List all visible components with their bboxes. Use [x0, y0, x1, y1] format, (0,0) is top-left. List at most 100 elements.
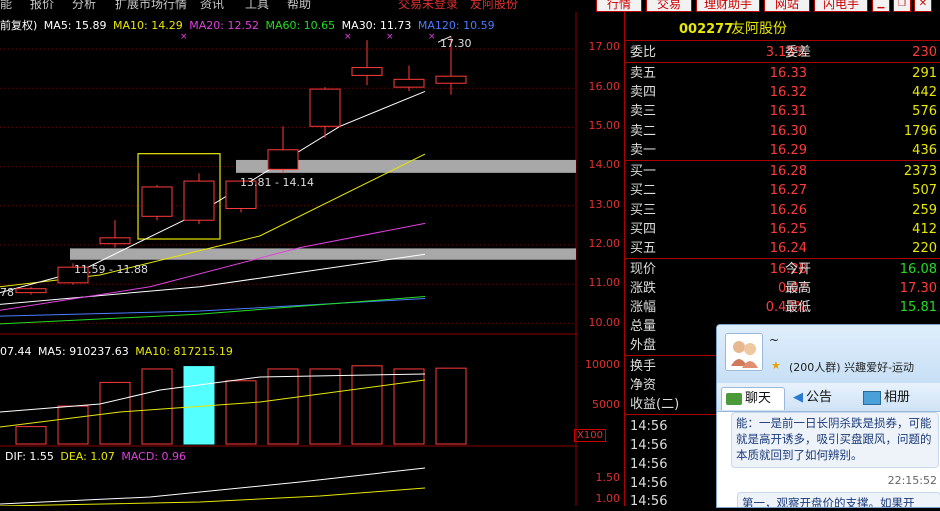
quote-button[interactable]: 行情 [596, 0, 642, 12]
stat-label: 最低 [785, 300, 812, 315]
chat-messages[interactable]: 能：一是前一日长阴杀跌是损券，可能就是高开诱多，吸引买盘跟风，问题的本质就回到了… [717, 412, 940, 507]
bid-row[interactable]: 买二 16.27 507 [625, 181, 940, 200]
volume-bar [57, 405, 89, 445]
candle-body [99, 237, 131, 245]
left-value-label: 78 [0, 286, 14, 299]
chat-icon [726, 392, 742, 405]
ma-legend-ma30: MA30: 11.73 [341, 19, 412, 32]
ma-legend-ma60: MA60: 10.65 [265, 19, 336, 32]
weibi-label: 委比 [630, 45, 657, 60]
bid-price: 16.25 [769, 222, 807, 237]
finance-helper-button[interactable]: 理财助手 [696, 0, 760, 12]
bid-row[interactable]: 买一 16.28 2373 [625, 162, 940, 181]
close-icon[interactable]: ✕ [914, 0, 932, 12]
signal-marker: × [180, 32, 188, 42]
candle-body [183, 180, 215, 221]
stat-label: 最高 [785, 281, 812, 296]
menu-item-tools[interactable]: 工具 [245, 0, 269, 10]
trade-button[interactable]: 交易 [646, 0, 692, 12]
weibi-row: 委比 3.15% 委差 230 [625, 43, 940, 63]
tab-notice[interactable]: ◀ 公告 [793, 387, 832, 409]
bid-label: 买四 [630, 222, 657, 237]
ask-row[interactable]: 卖一 16.29 436 [625, 141, 940, 161]
macd-legend-dea: DEA: 1.07 [60, 450, 115, 463]
weicha-label: 委差 [785, 45, 812, 60]
kline-chart[interactable]: × × × × [0, 12, 624, 506]
bid-price: 16.26 [769, 203, 807, 218]
volume-legend: 07.44 MA5: 910237.63 MA10: 817215.19 [0, 345, 233, 358]
ma-legend-ma5: MA5: 15.89 [43, 19, 107, 32]
ask-volume: 576 [912, 104, 937, 119]
tab-album[interactable]: 相册 [863, 387, 910, 409]
stat-row: 现价 16.28 今开 16.08 [625, 260, 940, 279]
volume-bar [99, 381, 131, 445]
stat-label: 外盘 [630, 338, 657, 353]
bid-price: 16.24 [769, 241, 807, 256]
ask-volume: 291 [912, 66, 937, 81]
stock-name-label: 友阿股份 [470, 0, 519, 10]
ask-label: 卖四 [630, 85, 657, 100]
ask-volume: 442 [912, 85, 937, 100]
menu-item-ext-market[interactable]: 扩展市场行情 [115, 0, 187, 10]
ask-volume: 1796 [903, 124, 937, 139]
menu-item-analysis[interactable]: 分析 [72, 0, 96, 10]
bid-row[interactable]: 买五 16.24 220 [625, 239, 940, 259]
macd-legend-macd: MACD: 0.96 [121, 450, 187, 463]
stat-label: 净资 [630, 378, 657, 393]
menu-item-news[interactable]: 资讯 [200, 0, 224, 10]
bid-volume: 220 [912, 241, 937, 256]
price-tick: 12.00 [588, 237, 621, 250]
bid-volume: 412 [912, 222, 937, 237]
stat-label: 收益(二) [630, 397, 680, 412]
vol-legend-ma10: MA10: 817215.19 [135, 345, 233, 358]
trade-status-label[interactable]: 交易未登录 [398, 0, 458, 10]
menu-item-quote[interactable]: 报价 [30, 0, 54, 10]
group-avatar-icon[interactable] [725, 333, 763, 371]
volume-bar [225, 380, 257, 445]
volume-bar [15, 426, 47, 445]
candle-body [435, 75, 467, 84]
ma-legend: 前复权) MA5: 15.89 MA10: 14.29 MA20: 12.52 … [0, 17, 495, 33]
candle-body [351, 67, 383, 76]
ask-row[interactable]: 卖五 16.33 291 [625, 64, 940, 83]
stat-value: 17.30 [899, 281, 937, 296]
volume-bar [309, 368, 341, 445]
candle-body [267, 149, 299, 170]
price-tick: 13.00 [588, 198, 621, 211]
stat-label: 涨跌 [630, 281, 657, 296]
volume-unit-label: X100 [574, 429, 606, 442]
restore-icon[interactable]: ❐ [893, 0, 911, 12]
price-tick: 16.00 [588, 80, 621, 93]
chat-tabbar: 聊天 ◀ 公告 相册 [717, 383, 940, 412]
ask-row[interactable]: 卖四 16.32 442 [625, 83, 940, 102]
stat-row: 涨跌 0.07 最高 17.30 [625, 279, 940, 298]
vol-legend-value: 07.44 [0, 345, 32, 358]
stat-label: 换手 [630, 359, 657, 374]
chat-popup[interactable]: ~ ★ (200人群) 兴趣爱好-运动 聊天 ◀ 公告 相册 能：一是前一日长阴杀… [716, 324, 940, 508]
minimize-icon[interactable]: ▁ [872, 0, 890, 12]
message-time: 22:15:52 [887, 474, 937, 487]
menu-item-func[interactable]: 能 [0, 0, 12, 10]
bid-row[interactable]: 买三 16.26 259 [625, 201, 940, 220]
tick-time: 14:56 [630, 438, 668, 453]
ask-price: 16.33 [769, 66, 807, 81]
volume-bar [141, 368, 173, 445]
price-tick: 17.00 [588, 40, 621, 53]
stat-label: 现价 [630, 262, 657, 277]
ask-row[interactable]: 卖二 16.30 1796 [625, 122, 940, 141]
stat-value: 15.81 [899, 300, 937, 315]
ask-row[interactable]: 卖三 16.31 576 [625, 102, 940, 121]
macd-legend-dif: DIF: 1.55 [5, 450, 54, 463]
ask-price: 16.29 [769, 143, 807, 158]
bid-label: 买五 [630, 241, 657, 256]
ma-legend-ma120: MA120: 10.59 [417, 19, 495, 32]
lightning-trade-button[interactable]: 闪电手 [814, 0, 868, 12]
ask-price: 16.32 [769, 85, 807, 100]
menu-item-help[interactable]: 帮助 [287, 0, 311, 10]
tab-chat[interactable]: 聊天 [721, 387, 785, 410]
website-button[interactable]: 网站 [764, 0, 810, 12]
ask-label: 卖三 [630, 104, 657, 119]
bid-row[interactable]: 买四 16.25 412 [625, 220, 940, 239]
tab-notice-label: 公告 [806, 390, 833, 405]
ask-volume: 436 [912, 143, 937, 158]
